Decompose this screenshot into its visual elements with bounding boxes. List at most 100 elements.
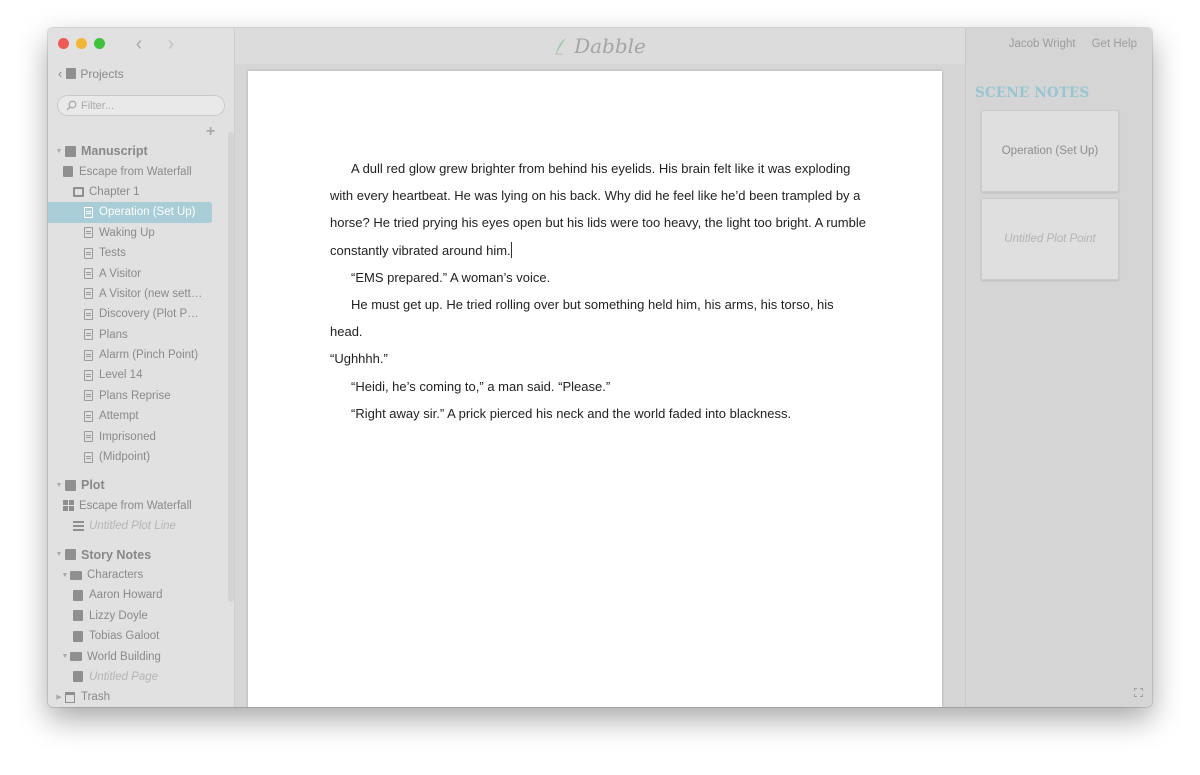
folder-icon — [70, 569, 82, 581]
sidebar-item[interactable]: Level 14 — [48, 365, 228, 385]
sidebar-item-label: World Building — [87, 650, 161, 663]
zoom-window-button[interactable] — [94, 38, 105, 49]
paragraph-text: “Ughhhh.” — [330, 351, 388, 367]
expand-triangle-icon[interactable]: ▶ — [54, 693, 64, 701]
sidebar-item[interactable]: ▼ World Building — [48, 646, 228, 666]
sidebar-item[interactable]: ▼ Manuscript — [48, 141, 228, 161]
sidebar-item[interactable]: Untitled Plot Line — [48, 516, 228, 536]
sidebar-item[interactable]: Lizzy Doyle — [48, 606, 228, 626]
back-icon[interactable]: ‹ — [132, 33, 146, 56]
plot-point-card[interactable]: Untitled Plot Point — [981, 198, 1119, 280]
manuscript-icon — [64, 145, 76, 157]
sidebar-item[interactable]: ▼ Story Notes — [48, 544, 228, 564]
scene-icon-glyph — [83, 390, 93, 402]
plot-grid-icon — [62, 500, 74, 512]
add-item-button[interactable]: + — [206, 123, 215, 141]
header-links: Jacob Wright Get Help — [1009, 38, 1137, 50]
scene-icon-glyph — [83, 410, 93, 422]
manuscript-paragraph[interactable]: A dull red glow grew brighter from behin… — [330, 155, 866, 264]
sidebar-item[interactable]: (Midpoint) — [48, 447, 228, 467]
history-nav: ‹ › — [132, 33, 178, 56]
trash-icon — [64, 691, 76, 703]
note-icon-glyph — [73, 671, 83, 683]
paragraph-text: “EMS prepared.” A woman’s voice. — [351, 269, 551, 285]
scene-note-card[interactable]: Operation (Set Up) — [981, 110, 1119, 192]
sidebar-item[interactable]: Alarm (Pinch Point) — [48, 345, 228, 365]
scene-icon — [82, 431, 94, 443]
plot-icon — [64, 479, 76, 491]
note-icon-glyph — [73, 630, 83, 642]
manuscript-paragraph[interactable]: “Heidi, he’s coming to,” a man said. “Pl… — [330, 373, 866, 400]
plot-icon-glyph — [64, 479, 76, 491]
sidebar-item-label: Tests — [99, 247, 126, 260]
collapse-triangle-icon[interactable]: ▼ — [54, 148, 64, 155]
sidebar-item[interactable]: ▼ Characters — [48, 565, 228, 585]
sidebar-item[interactable]: Tobias Galoot — [48, 626, 228, 646]
sidebar-item[interactable]: Chapter 1 — [48, 182, 228, 202]
forward-icon[interactable]: › — [164, 33, 178, 56]
sidebar-item[interactable]: Discovery (Plot P… — [48, 304, 228, 324]
manuscript-paragraph[interactable]: He must get up. He tried rolling over bu… — [330, 291, 866, 345]
scene-icon-glyph — [83, 247, 93, 259]
collapse-triangle-icon[interactable]: ▼ — [60, 653, 70, 660]
collapse-triangle-icon[interactable]: ▼ — [60, 572, 70, 579]
sidebar-item-selected[interactable]: Operation (Set Up) — [48, 202, 212, 223]
plot-point-label: Untitled Plot Point — [1004, 233, 1096, 245]
paragraph-text: A dull red glow grew brighter from behin… — [330, 161, 866, 258]
sidebar-item[interactable]: Untitled Page — [48, 667, 228, 687]
sidebar-item[interactable]: Plans Reprise — [48, 386, 228, 406]
note-icon — [72, 630, 84, 642]
sidebar-scrollbar[interactable] — [228, 132, 234, 602]
sidebar-item-label: Imprisoned — [99, 430, 156, 443]
filter-placeholder: Filter... — [81, 99, 115, 112]
sidebar-item-label: Untitled Page — [89, 670, 159, 683]
close-window-button[interactable] — [58, 38, 69, 49]
sidebar-item[interactable]: Waking Up — [48, 223, 228, 243]
sidebar-item-label: Level 14 — [99, 369, 143, 382]
fullscreen-icon[interactable] — [1134, 688, 1143, 697]
sidebar-item[interactable]: Imprisoned — [48, 426, 228, 446]
folder-icon-glyph — [70, 570, 82, 580]
collapse-triangle-icon[interactable]: ▼ — [54, 551, 64, 558]
sidebar-item[interactable]: Aaron Howard — [48, 585, 228, 605]
editor-text[interactable]: A dull red glow grew brighter from behin… — [330, 155, 866, 427]
manuscript-paragraph[interactable]: “Ughhhh.” — [330, 345, 866, 372]
scene-icon — [82, 288, 94, 300]
plot-line-icon-glyph — [72, 521, 84, 532]
sidebar-item-label: Operation (Set Up) — [99, 206, 196, 219]
collapse-triangle-icon[interactable]: ▼ — [54, 482, 64, 489]
sidebar-item[interactable]: ▶ Trash — [48, 687, 228, 707]
manuscript-paragraph[interactable]: “Right away sir.” A prick pierced his ne… — [330, 400, 866, 427]
sidebar-item-label: Plans — [99, 328, 128, 341]
minimize-window-button[interactable] — [76, 38, 87, 49]
manuscript-paragraph[interactable]: “EMS prepared.” A woman’s voice. — [330, 264, 866, 291]
paragraph-text: “Heidi, he’s coming to,” a man said. “Pl… — [351, 378, 611, 394]
manuscript-icon-glyph — [64, 145, 76, 157]
user-name-link[interactable]: Jacob Wright — [1009, 38, 1076, 50]
sidebar-item-label: Tobias Galoot — [89, 630, 160, 643]
scene-icon — [82, 329, 94, 341]
projects-link[interactable]: ‹ Projects — [58, 66, 124, 81]
filter-input[interactable]: Filter... — [57, 95, 225, 116]
editor-page[interactable]: A dull red glow grew brighter from behin… — [248, 71, 942, 707]
scene-icon — [82, 268, 94, 280]
sidebar-item-label: Story Notes — [81, 547, 152, 562]
sidebar-item[interactable]: Tests — [48, 243, 228, 263]
sidebar-item[interactable]: Escape from Waterfall — [48, 161, 228, 181]
note-icon-glyph — [73, 589, 83, 601]
sidebar-item-label: Lizzy Doyle — [89, 609, 148, 622]
sidebar-item[interactable]: A Visitor (new sett… — [48, 284, 228, 304]
paragraph-text: “Right away sir.” A prick pierced his ne… — [351, 405, 792, 421]
sidebar-item-label: Escape from Waterfall — [79, 165, 192, 178]
app-logo: Dabble — [554, 34, 646, 58]
sidebar-item[interactable]: A Visitor — [48, 263, 228, 283]
scene-icon-glyph — [83, 308, 93, 320]
note-icon-glyph — [73, 610, 83, 622]
sidebar-item[interactable]: ▼ Plot — [48, 475, 228, 495]
sidebar-item[interactable]: Escape from Waterfall — [48, 496, 228, 516]
sidebar-item[interactable]: Attempt — [48, 406, 228, 426]
sidebar-item[interactable]: Plans — [48, 325, 228, 345]
get-help-link[interactable]: Get Help — [1092, 38, 1137, 50]
sidebar-item-label: Plot — [81, 478, 105, 493]
sidebar-item-label: Untitled Plot Line — [89, 520, 176, 533]
